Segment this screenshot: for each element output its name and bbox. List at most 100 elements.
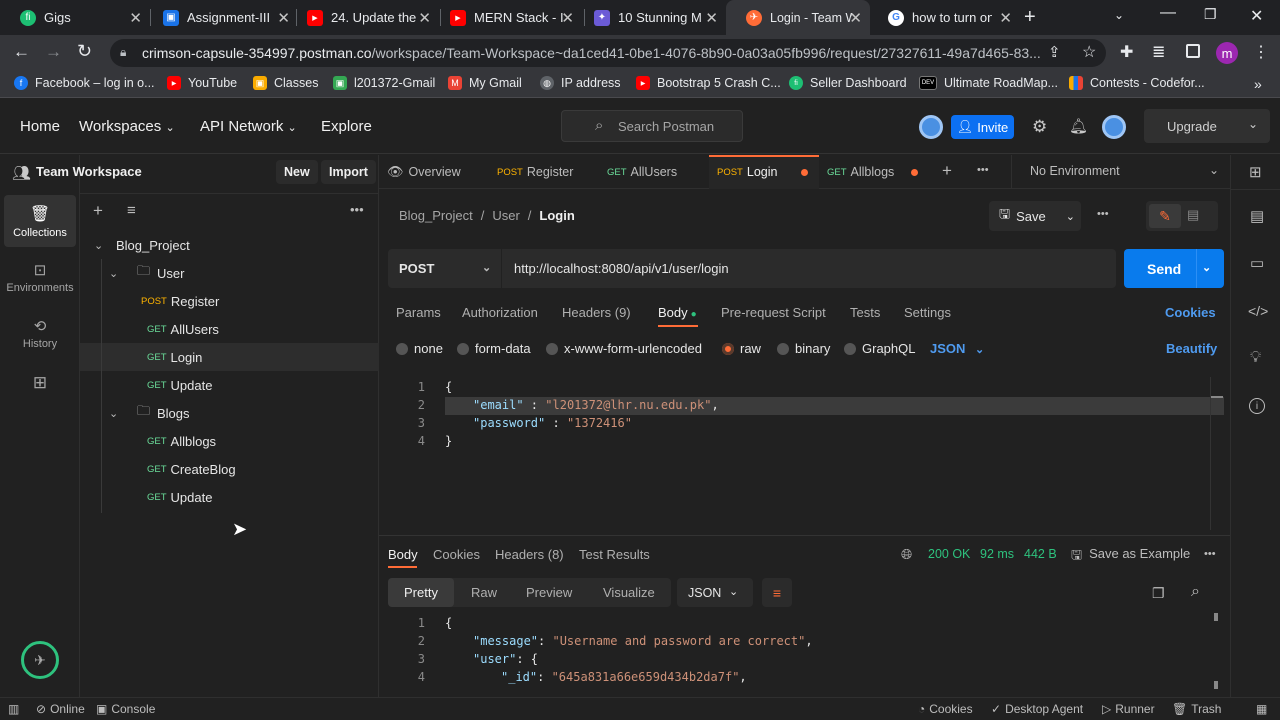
back-icon[interactable]: ←	[13, 42, 30, 62]
response-tab-body[interactable]: Body	[388, 547, 418, 562]
more-options-icon[interactable]: •••	[1097, 208, 1109, 220]
scrollbar-thumb[interactable]	[1214, 613, 1218, 621]
copy-icon[interactable]: ❐	[1152, 585, 1165, 602]
code-icon[interactable]: </>	[1248, 303, 1268, 319]
bookmark-item[interactable]: ▶ YouTube	[167, 76, 237, 90]
tab-register[interactable]: POST Register	[497, 155, 573, 189]
close-icon[interactable]: ✕	[999, 9, 1012, 27]
restore-icon[interactable]: ❐	[1204, 6, 1217, 23]
radio-form-data[interactable]: form-data	[457, 341, 531, 356]
bookmark-item[interactable]: fi Seller Dashboard	[789, 76, 907, 90]
extensions-icon[interactable]: ✚	[1120, 42, 1133, 62]
environment-select[interactable]: No Environment	[1030, 164, 1120, 178]
nav-home[interactable]: Home	[20, 118, 60, 135]
bookmark-item[interactable]: ▣ Classes	[253, 76, 318, 90]
upgrade-button[interactable]: Upgrade ⌄	[1144, 109, 1270, 143]
wrap-lines-icon[interactable]: ≡	[762, 578, 792, 607]
desktop-agent-button[interactable]: ✓ Desktop Agent	[991, 702, 1083, 716]
documentation-icon[interactable]: ▤	[1250, 207, 1264, 225]
request-body-editor[interactable]: 1 2 3 4 { "email" : "l201372@lhr.nu.edu.…	[388, 377, 1224, 530]
nav-explore[interactable]: Explore	[321, 118, 372, 135]
filter-icon[interactable]: ≡	[127, 202, 136, 219]
tab-body[interactable]: Body ●	[658, 305, 697, 320]
tree-request[interactable]: GET CreateBlog	[80, 455, 379, 483]
response-divider[interactable]	[379, 535, 1230, 536]
tree-folder-blogs[interactable]: ⌄ 🗀︎ Blogs	[80, 399, 379, 427]
bookmark-item[interactable]: M My Gmail	[448, 76, 522, 90]
tab-login-active[interactable]: POST Login	[717, 155, 777, 189]
tree-collection[interactable]: ⌄ Blog_Project	[80, 231, 379, 259]
browser-tab[interactable]: ▣ Assignment-III ✕	[143, 0, 298, 35]
rail-collections[interactable]: 🗑︎ Collections	[4, 195, 76, 247]
close-icon[interactable]: ✕	[849, 9, 862, 27]
tab-headers[interactable]: Headers (9)	[562, 305, 631, 320]
invite-button[interactable]: 👤︎ Invite	[951, 115, 1014, 139]
response-tab-headers[interactable]: Headers (8)	[495, 547, 564, 562]
browser-tab-active[interactable]: ✈ Login - Team W ✕	[726, 0, 870, 35]
beautify-link[interactable]: Beautify	[1166, 341, 1217, 356]
breadcrumb-folder[interactable]: User	[492, 208, 519, 223]
trash-button[interactable]: 🗑︎ Trash	[1172, 702, 1221, 716]
tree-request[interactable]: GET AllUsers	[80, 315, 379, 343]
view-preview[interactable]: Preview	[526, 585, 572, 600]
tab-params[interactable]: Params	[396, 305, 441, 320]
tab-search-icon[interactable]: ⌄	[1114, 8, 1124, 22]
runner-button[interactable]: ▷ Runner	[1102, 702, 1155, 716]
tab-pre-request-script[interactable]: Pre-request Script	[721, 305, 826, 320]
notification-bell-icon[interactable]: 🔔︎	[1069, 117, 1088, 135]
help-icon[interactable]: ▦	[1256, 702, 1267, 716]
add-collection-icon[interactable]: +	[93, 201, 103, 221]
globe-icon[interactable]: 🌐︎	[901, 546, 912, 563]
forward-icon[interactable]: →	[45, 42, 62, 62]
search-icon[interactable]: ⌕	[1191, 583, 1200, 601]
breadcrumb-collection[interactable]: Blog_Project	[399, 208, 473, 223]
view-visualize[interactable]: Visualize	[603, 585, 655, 600]
radio-raw[interactable]: raw	[722, 341, 761, 356]
bookmark-item[interactable]: ▶ Bootstrap 5 Crash C...	[636, 76, 781, 90]
tree-request[interactable]: GET Update	[80, 371, 379, 399]
console-button[interactable]: ▣ Console	[96, 702, 155, 716]
view-pretty[interactable]: Pretty	[388, 578, 454, 607]
nav-api-network[interactable]: API Network ⌄	[200, 118, 297, 135]
method-select[interactable]: POST ⌄	[388, 249, 502, 288]
save-button[interactable]: 🖫︎ Save ⌄	[989, 201, 1081, 231]
tree-request[interactable]: GET Allblogs	[80, 427, 379, 455]
radio-none[interactable]: none	[396, 341, 443, 356]
tab-overflow-icon[interactable]: •••	[977, 164, 989, 176]
rail-environments[interactable]: ⊡ Environments	[4, 251, 76, 303]
radio-binary[interactable]: binary	[777, 341, 830, 356]
body-format-select[interactable]: JSON ⌄	[930, 341, 984, 356]
edit-pencil-icon[interactable]: ✎	[1149, 204, 1181, 228]
rail-history[interactable]: ⟲ History	[4, 307, 76, 359]
bookmark-item[interactable]: ▣ l201372-Gmail	[333, 76, 435, 90]
bootcamp-icon[interactable]: ✈	[21, 641, 59, 679]
tab-settings[interactable]: Settings	[904, 305, 951, 320]
media-icon[interactable]: ≣	[1152, 42, 1165, 62]
send-button[interactable]: Send ⌄	[1124, 249, 1224, 288]
api-icon[interactable]: ⊞	[1249, 163, 1262, 181]
browser-tab[interactable]: ▶ MERN Stack - I ✕	[430, 0, 582, 35]
scrollbar-track[interactable]	[1210, 377, 1211, 530]
bookmark-star-icon[interactable]: ☆	[1082, 42, 1096, 62]
browser-tab[interactable]: fi Gigs ✕	[0, 0, 150, 35]
comments-icon[interactable]: ▭	[1250, 254, 1264, 272]
toggle-sidebar-icon[interactable]: ▥	[8, 702, 19, 716]
response-tab-test-results[interactable]: Test Results	[579, 547, 650, 562]
tab-allusers[interactable]: GET AllUsers	[607, 155, 677, 189]
close-icon[interactable]: ✕	[129, 9, 142, 27]
more-options-icon[interactable]: •••	[1204, 548, 1216, 560]
rail-add-apps[interactable]: ⊞	[4, 363, 76, 403]
chevron-down-icon[interactable]: ⌄	[1209, 163, 1219, 177]
close-icon[interactable]: ✕	[561, 9, 574, 27]
online-status[interactable]: ⊘ Online	[36, 702, 85, 716]
import-button[interactable]: Import	[321, 160, 376, 184]
user-avatar[interactable]	[1102, 115, 1126, 139]
view-raw[interactable]: Raw	[471, 585, 497, 600]
settings-gear-icon[interactable]: ⚙	[1032, 117, 1047, 137]
lightbulb-icon[interactable]: 💡︎	[1250, 349, 1261, 367]
browser-tab[interactable]: ✦ 10 Stunning M ✕	[574, 0, 726, 35]
radio-urlencoded[interactable]: x-www-form-urlencoded	[546, 341, 702, 356]
side-panel-icon[interactable]	[1186, 44, 1200, 58]
new-tab-button[interactable]: +	[1024, 6, 1036, 29]
url-input[interactable]: http://localhost:8080/api/v1/user/login	[514, 261, 729, 276]
